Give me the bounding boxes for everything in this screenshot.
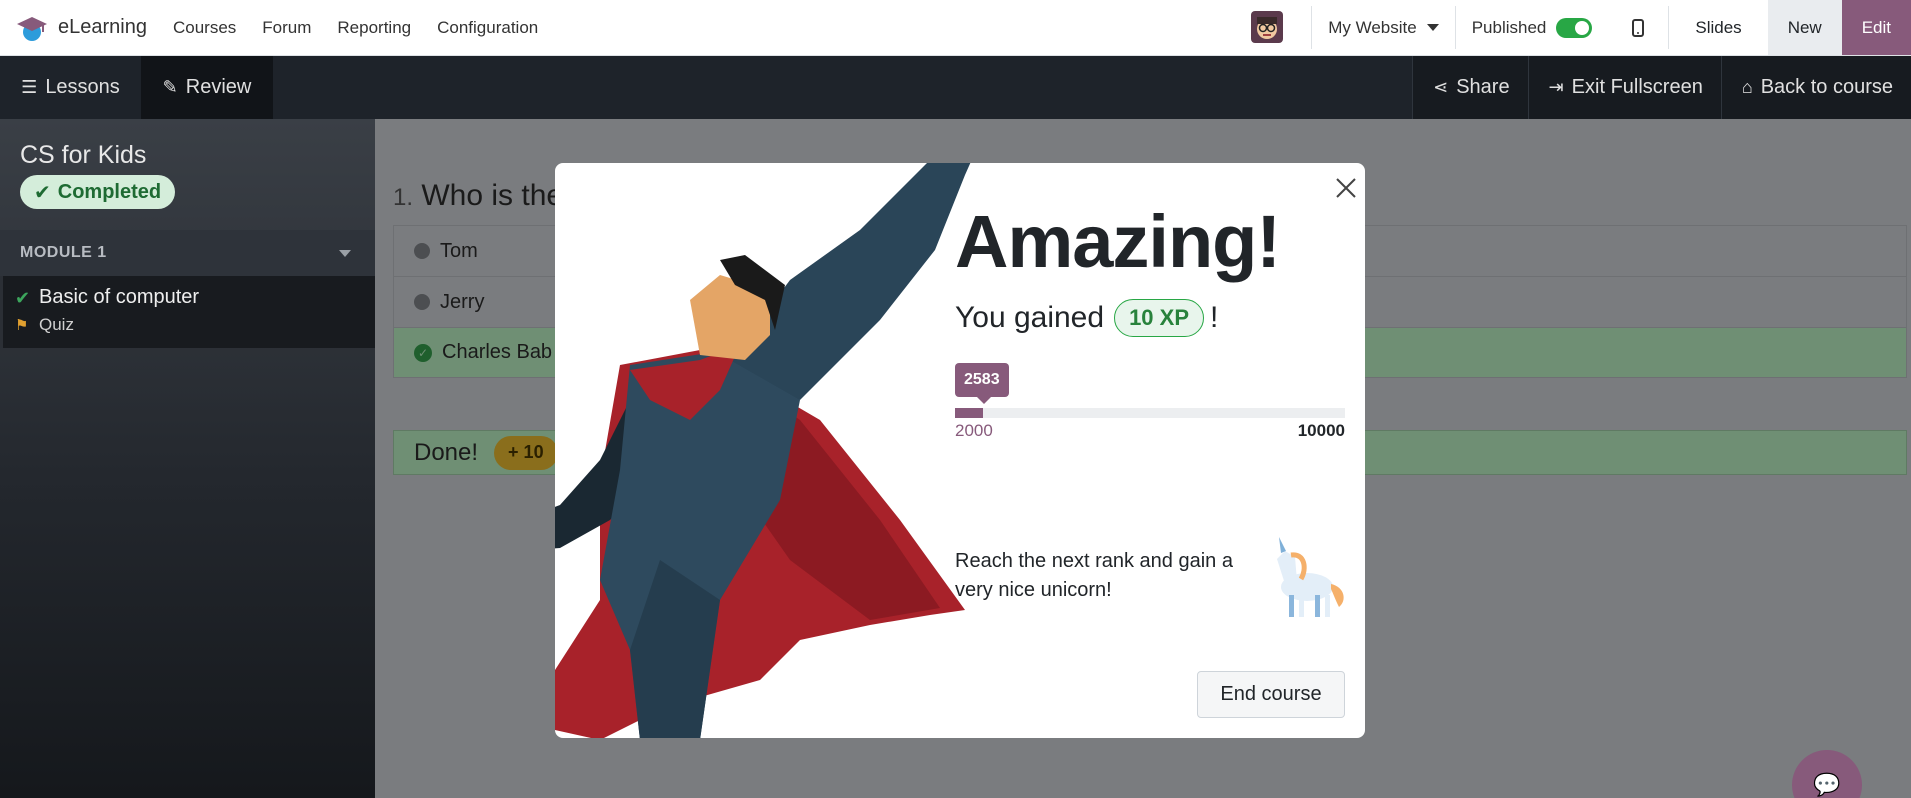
caret-down-icon (339, 250, 351, 257)
exit-label: Exit Fullscreen (1571, 76, 1703, 98)
next-rank-text: Reach the next rank and gain a very nice… (955, 550, 1233, 601)
home-icon: ⌂ (1741, 77, 1753, 97)
gained-suffix: ! (1210, 301, 1219, 334)
radio-icon (414, 294, 430, 310)
question-number: 1. (393, 184, 414, 211)
answer-label: Jerry (440, 290, 485, 313)
top-navbar: eLearning Courses Forum Reporting Config… (0, 0, 1911, 56)
xp-progress-bar (955, 408, 1345, 418)
chat-icon: 💬 (1813, 772, 1841, 797)
rank-up-modal: Amazing! You gained 10 XP ! 2583 2000 10… (555, 163, 1365, 738)
check-icon: ✔ (34, 181, 51, 204)
menu-forum[interactable]: Forum (262, 18, 311, 38)
answer-label: Tom (440, 239, 478, 262)
review-label: Review (185, 76, 252, 98)
xp-range-min: 2000 (955, 421, 993, 440)
graduation-cap-icon (17, 16, 47, 41)
avatar[interactable] (1251, 11, 1284, 43)
quiz-label: Quiz (39, 315, 74, 334)
xp-pill: 10 XP (1114, 299, 1204, 337)
back-label: Back to course (1760, 76, 1893, 98)
review-tab[interactable]: ✎ Review (141, 56, 273, 119)
sign-out-icon: ⇥ (1548, 77, 1564, 97)
share-label: Share (1456, 76, 1510, 98)
sidebar-item-lesson[interactable]: ✔ Basic of computer ⚑ Quiz (0, 276, 375, 348)
pencil-icon: ✎ (162, 77, 178, 97)
brand[interactable]: eLearning (0, 0, 147, 55)
module-label: MODULE 1 (20, 244, 107, 261)
menu-courses[interactable]: Courses (173, 18, 236, 38)
menu-configuration[interactable]: Configuration (437, 18, 538, 38)
toggle-switch[interactable] (1556, 17, 1593, 38)
question-text: Who is the (421, 179, 564, 212)
course-title: CS for Kids (20, 141, 147, 169)
avatar-image (1251, 11, 1284, 43)
website-label: My Website (1328, 17, 1417, 37)
xp-gained-line: You gained 10 XP ! (955, 299, 1218, 337)
answer-label: Charles Bab (442, 341, 553, 363)
status-badge: ✔ Completed (20, 175, 176, 209)
question-title: 1. Who is the (393, 179, 563, 213)
xp-range-max: 10000 (1297, 421, 1345, 440)
share-button[interactable]: ⋖ Share (1412, 56, 1528, 119)
back-to-course-button[interactable]: ⌂ Back to course (1720, 56, 1911, 119)
lessons-sidebar: CS for Kids ✔ Completed MODULE 1 ✔ Basic… (0, 119, 375, 798)
current-xp-tooltip: 2583 (955, 363, 1009, 404)
share-icon: ⋖ (1433, 77, 1449, 97)
flag-icon: ⚑ (15, 317, 29, 334)
lesson-title: Basic of computer (39, 286, 200, 308)
done-label: Done! (414, 438, 479, 466)
exit-fullscreen-button[interactable]: ⇥ Exit Fullscreen (1527, 56, 1721, 119)
close-icon[interactable] (1331, 173, 1361, 203)
website-switcher[interactable]: My Website (1312, 0, 1455, 55)
lessons-label: Lessons (45, 76, 120, 98)
caret-down-icon (1426, 24, 1439, 31)
menu-reporting[interactable]: Reporting (337, 18, 411, 38)
gained-prefix: You gained (955, 301, 1105, 334)
new-button[interactable]: New (1767, 0, 1842, 55)
fullscreen-header: ☰ Lessons ✎ Review ⋖ Share ⇥ Exit Fullsc… (0, 56, 1911, 119)
xp-progress-fill (955, 408, 984, 418)
fullscreen-actions: ⋖ Share ⇥ Exit Fullscreen ⌂ Back to cour… (1412, 56, 1911, 119)
published-toggle[interactable]: Published (1456, 0, 1609, 55)
lessons-tab[interactable]: ☰ Lessons (0, 56, 141, 119)
unicorn-icon (1277, 537, 1344, 617)
mobile-preview-button[interactable] (1608, 0, 1668, 55)
app-name: eLearning (58, 16, 147, 38)
radio-icon (414, 243, 430, 259)
status-label: Completed (57, 180, 162, 203)
mobile-icon (1632, 18, 1645, 37)
main-menu: Courses Forum Reporting Configuration (173, 18, 564, 38)
check-icon: ✔ (15, 288, 31, 308)
topbar-right: My Website Published Slides New Edit (1251, 0, 1911, 55)
check-circle-icon: ✓ (414, 343, 432, 362)
slides-button[interactable]: Slides (1669, 0, 1767, 55)
module-header[interactable]: MODULE 1 (0, 230, 375, 276)
modal-heading: Amazing! (955, 200, 1281, 283)
edit-button[interactable]: Edit (1841, 0, 1911, 55)
xp-badge: + 10 (494, 435, 558, 470)
bars-icon: ☰ (21, 77, 38, 97)
published-label: Published (1471, 17, 1547, 37)
end-course-button[interactable]: End course (1197, 671, 1345, 718)
